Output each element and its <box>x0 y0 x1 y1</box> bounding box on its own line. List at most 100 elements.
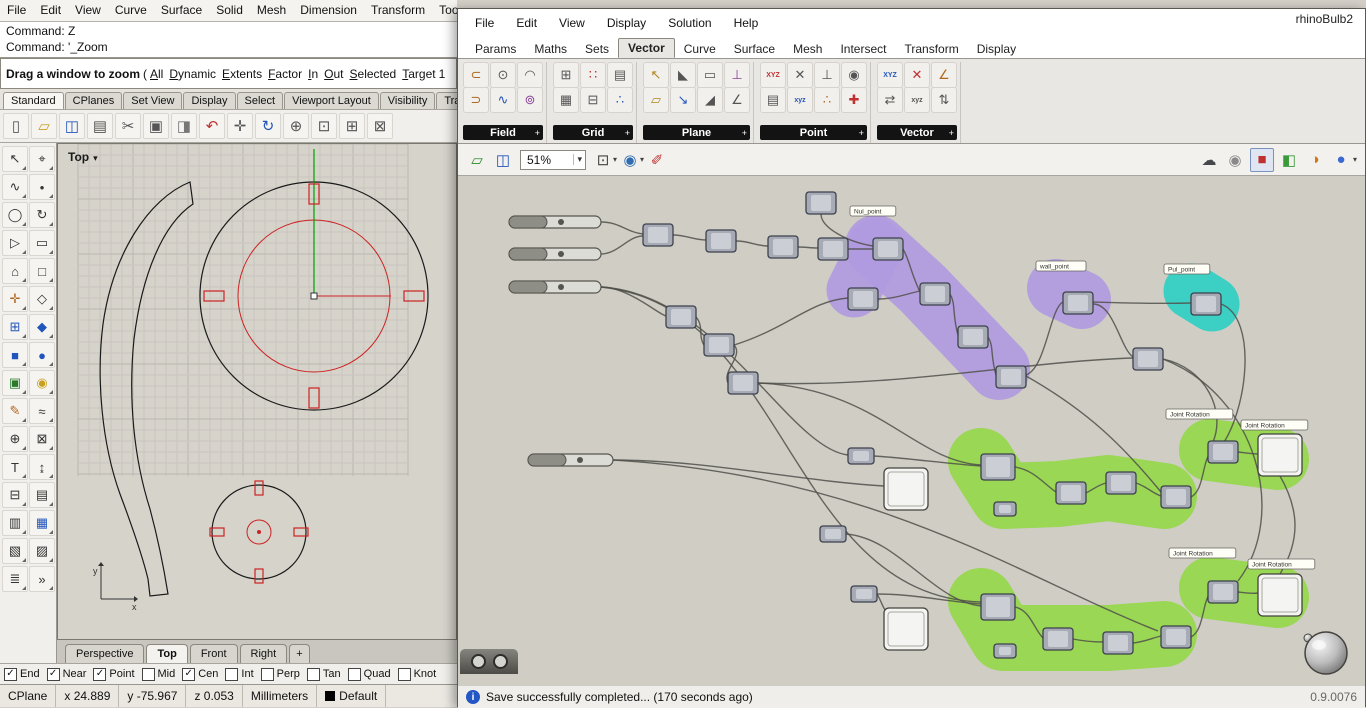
block-tool-icon[interactable]: ▨ <box>29 538 55 564</box>
point-component-icon[interactable]: ∴ <box>814 87 840 113</box>
component-node[interactable] <box>995 365 1027 389</box>
extrude-tool-icon[interactable]: ▣ <box>2 370 28 396</box>
layer-indicator[interactable]: Default <box>317 685 387 707</box>
component-node[interactable] <box>980 593 1016 621</box>
group-label-grid[interactable]: Grid <box>553 125 633 140</box>
toolbar-tab-select[interactable]: Select <box>236 92 284 109</box>
selection-mode-icon[interactable]: ⊡ <box>592 149 614 171</box>
osnap-quad[interactable]: Quad <box>347 667 391 681</box>
vector-component-icon[interactable]: XYZ <box>877 62 903 88</box>
point-component-icon[interactable]: ✕ <box>787 62 813 88</box>
toolbar-tab-display[interactable]: Display <box>183 92 236 109</box>
gh-menu-display[interactable]: Display <box>596 16 657 30</box>
cut-icon[interactable]: ✂ <box>115 113 141 139</box>
add-viewport-tab-button[interactable]: + <box>289 644 310 663</box>
component-node[interactable] <box>872 237 904 261</box>
select-arrow-icon[interactable]: ↖ <box>2 146 28 172</box>
viewport-tab-top[interactable]: Top <box>146 644 188 663</box>
gh-menu-solution[interactable]: Solution <box>657 16 722 30</box>
chevron-down-icon[interactable]: ▾ <box>640 155 644 164</box>
polyline-tool-icon[interactable]: ▷ <box>2 230 28 256</box>
number-slider[interactable] <box>508 247 602 261</box>
pan-icon[interactable]: ✛ <box>227 113 253 139</box>
join-tool-icon[interactable]: ▥ <box>2 510 28 536</box>
blend-tool-icon[interactable]: ≈ <box>29 398 55 424</box>
chevron-down-icon[interactable]: ▾ <box>1353 155 1357 164</box>
paint-tool-icon[interactable]: ✐ <box>646 149 668 171</box>
plane-component-icon[interactable]: ▭ <box>697 62 723 88</box>
zoom-window-icon[interactable]: ⊞ <box>339 113 365 139</box>
rhino-menu-view[interactable]: View <box>68 0 108 21</box>
checkbox-icon[interactable]: ✓ <box>93 667 107 681</box>
component-node[interactable] <box>980 453 1016 481</box>
component-node[interactable] <box>847 447 875 465</box>
checkbox-icon[interactable] <box>347 667 361 681</box>
number-slider[interactable] <box>527 453 614 467</box>
component-node[interactable] <box>705 229 737 253</box>
component-node[interactable] <box>642 223 674 247</box>
component-node[interactable] <box>727 371 759 395</box>
copy-icon[interactable]: ▣ <box>143 113 169 139</box>
osnap-tan[interactable]: Tan <box>306 667 341 681</box>
plane-component-icon[interactable]: ▱ <box>643 87 669 113</box>
component-node[interactable] <box>767 235 799 259</box>
open-file-icon[interactable]: ▱ <box>31 113 57 139</box>
checkbox-icon[interactable]: ✓ <box>46 667 60 681</box>
dim-tool-icon[interactable]: ↨ <box>29 454 55 480</box>
gh-menu-help[interactable]: Help <box>723 16 770 30</box>
checkbox-icon[interactable] <box>225 667 239 681</box>
zoom-dynamic-icon[interactable]: ⊡ <box>311 113 337 139</box>
layers-tool-icon[interactable]: ≣ <box>2 566 28 592</box>
checkbox-icon[interactable] <box>260 667 274 681</box>
component-node[interactable] <box>1160 485 1192 509</box>
boolean-union-icon[interactable]: ⊕ <box>2 426 28 452</box>
osnap-point[interactable]: ✓ Point <box>93 667 135 681</box>
sketch-widget-icon[interactable] <box>492 654 508 669</box>
solid-tool-icon[interactable]: ◆ <box>29 314 55 340</box>
prompt-option-in[interactable]: In <box>308 67 318 81</box>
zoom-in-icon[interactable]: ⊕ <box>283 113 309 139</box>
field-component-icon[interactable]: ⊂ <box>463 62 489 88</box>
plane-component-icon[interactable]: ⊥ <box>724 62 750 88</box>
checkbox-icon[interactable]: ✓ <box>182 667 196 681</box>
units-label[interactable]: Millimeters <box>243 685 318 707</box>
diamond-tool-icon[interactable]: ◇ <box>29 286 55 312</box>
point-component-icon[interactable]: XYZ <box>760 62 786 88</box>
command-prompt[interactable]: Drag a window to zoom ( All Dynamic Extent… <box>0 58 457 89</box>
cplane-button[interactable]: CPlane <box>0 685 57 707</box>
prompt-option-factor[interactable]: Factor <box>268 67 302 81</box>
field-component-icon[interactable]: ⊚ <box>517 87 543 113</box>
rhino-menu-transform[interactable]: Transform <box>364 0 432 21</box>
material-preview-icon[interactable]: ◑ <box>1304 149 1326 171</box>
wireframe-preview-icon[interactable]: ◧ <box>1278 149 1300 171</box>
prompt-option-selected[interactable]: Selected <box>350 67 397 81</box>
definition-canvas[interactable]: Nul_point wall_point Pul_point Joint Rotati… <box>458 176 1365 686</box>
polygon-tool-icon[interactable]: ⌂ <box>2 258 28 284</box>
viewport-tab-front[interactable]: Front <box>189 644 238 663</box>
component-node[interactable] <box>805 191 837 215</box>
plane-component-icon[interactable]: ∠ <box>724 87 750 113</box>
new-file-icon[interactable]: ▯ <box>3 113 29 139</box>
print-icon[interactable]: ▤ <box>87 113 113 139</box>
checkbox-icon[interactable] <box>141 667 155 681</box>
viewport-tab-perspective[interactable]: Perspective <box>65 644 145 663</box>
component-node[interactable] <box>1207 580 1239 604</box>
gh-tab-params[interactable]: Params <box>466 40 525 58</box>
checkbox-icon[interactable] <box>397 667 411 681</box>
component-node[interactable] <box>1105 471 1137 495</box>
box-tool-icon[interactable]: ■ <box>2 342 28 368</box>
fillet-tool-icon[interactable]: ✎ <box>2 398 28 424</box>
plane-component-icon[interactable]: ◢ <box>697 87 723 113</box>
toolbar-tab-standard[interactable]: Standard <box>3 92 64 109</box>
component-node[interactable] <box>819 525 847 543</box>
undo-icon[interactable]: ↶ <box>199 113 225 139</box>
osnap-perp[interactable]: Perp <box>260 667 300 681</box>
component-node[interactable] <box>1055 481 1087 505</box>
trim-tool-icon[interactable]: ⊟ <box>2 482 28 508</box>
viewport-label[interactable]: Top ▾ <box>68 150 98 164</box>
surface-tool-icon[interactable]: ⊞ <box>2 314 28 340</box>
gh-tab-sets[interactable]: Sets <box>576 40 618 58</box>
rhino-menu-file[interactable]: File <box>0 0 33 21</box>
gh-menu-view[interactable]: View <box>548 16 596 30</box>
component-node[interactable] <box>1190 292 1222 316</box>
